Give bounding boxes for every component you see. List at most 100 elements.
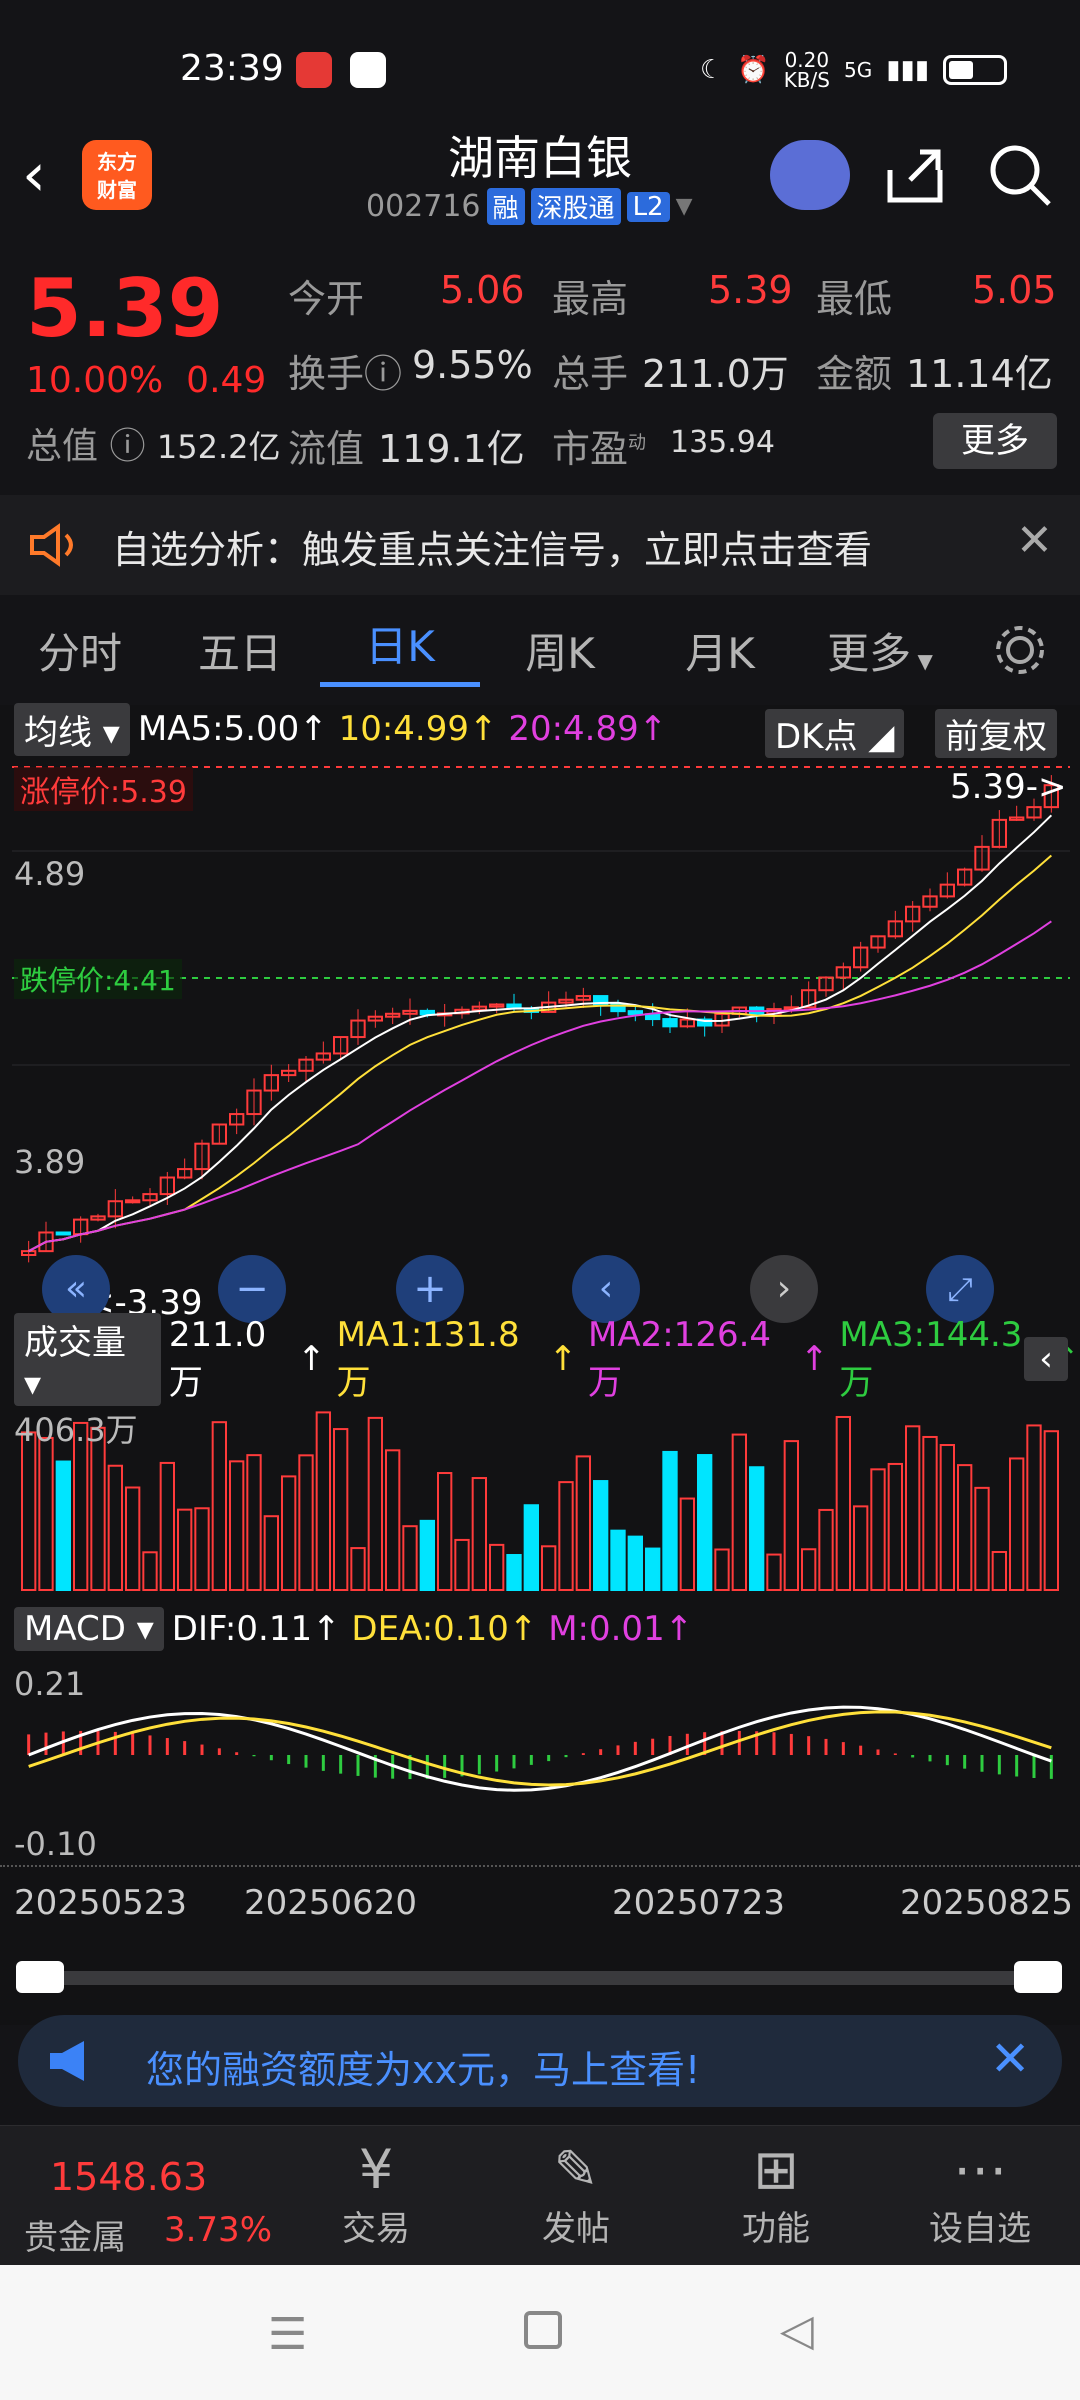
date-label: 20250523 [14, 1883, 187, 1923]
tab-intraday[interactable]: 分时 [0, 620, 160, 681]
tab-5day[interactable]: 五日 [160, 620, 320, 681]
pe-value: 135.94 [670, 425, 775, 460]
low-label: 最低 [816, 268, 892, 323]
volume-bar [438, 1473, 451, 1590]
volume-bar [819, 1510, 832, 1590]
volume-bar [785, 1441, 798, 1590]
close-icon[interactable]: ✕ [1016, 515, 1053, 566]
financing-banner[interactable]: 您的融资额度为xx元，马上查看! ✕ [18, 2015, 1062, 2107]
settings-gear-icon[interactable] [990, 620, 1050, 680]
ma-selector[interactable]: 均线 ▾ [14, 703, 130, 756]
analysis-notice[interactable]: 自选分析：触发重点关注信号，立即点击查看 ✕ [0, 495, 1080, 595]
speaker-icon [26, 521, 82, 569]
volume-bar [490, 1545, 503, 1590]
more-button[interactable]: 更多 [933, 413, 1057, 469]
kline-svg[interactable] [0, 755, 1080, 1290]
volume-bar [646, 1549, 659, 1590]
fullscreen-icon[interactable]: ⤢ [926, 1255, 994, 1323]
collapse-panel-icon[interactable]: ‹ [1024, 1337, 1068, 1381]
back-icon[interactable]: ‹ [22, 140, 46, 210]
up-arrow-icon: ↑ [509, 1609, 538, 1649]
nav-add-watch[interactable]: ⋯ 设自选 [910, 2138, 1050, 2250]
status-icons: ☾ ⏰ 0.20 KB/S 5G ▮▮▮ [700, 50, 1007, 90]
volume-bar [39, 1438, 52, 1590]
dk-point-toggle[interactable]: DK点 ◢ [765, 709, 904, 758]
index-name[interactable]: 贵金属 [0, 2210, 150, 2259]
search-icon[interactable] [985, 140, 1055, 210]
high-value: 5.39 [708, 268, 793, 312]
volume-bar [715, 1549, 728, 1590]
candle [629, 1011, 642, 1014]
amount-value: 11.14亿 [906, 343, 1053, 398]
nav-post[interactable]: ✎ 发帖 [506, 2138, 646, 2250]
volume-bar [993, 1552, 1006, 1590]
connect-tag: 深股通 [531, 188, 621, 225]
more-dots-icon: ⋯ [910, 2138, 1050, 2201]
system-nav-bar: ☰ ◁ [0, 2265, 1080, 2400]
app-notification-icon [350, 52, 386, 88]
candle [57, 1232, 70, 1234]
market-cap-label: 总值 ⓘ 152.2亿 [26, 417, 281, 469]
home-icon[interactable] [524, 2311, 562, 2349]
volume-bar [525, 1505, 538, 1590]
price-axis-489: 4.89 [14, 855, 85, 893]
back-nav-icon[interactable]: ◁ [780, 2305, 814, 2356]
volume-bar [854, 1506, 867, 1590]
ma-row: 均线 ▾ MA5:5.00 ↑ 10:4.99 ↑ 20:4.89 ↑ [0, 705, 1080, 753]
zoom-in-button[interactable]: + [396, 1255, 464, 1323]
close-icon[interactable]: ✕ [990, 2031, 1030, 2087]
tab-more[interactable]: 更多 ▼ [800, 620, 960, 681]
volume-bar [473, 1478, 486, 1590]
tab-monthly-k[interactable]: 月K [640, 620, 800, 681]
range-slider-track[interactable] [40, 1971, 1040, 1985]
ma20-value: 20:4.89 [508, 709, 638, 749]
edit-icon: ✎ [506, 2138, 646, 2201]
turnover-value: 9.55% [412, 343, 533, 387]
app-notification-icon [296, 52, 332, 88]
macd-selector[interactable]: MACD ▾ [14, 1607, 164, 1651]
date-axis-ticks [0, 1865, 1080, 1873]
price-change: 10.00% 0.49 [26, 360, 266, 401]
volume-bar [126, 1487, 139, 1590]
nav-trade-label: 交易 [306, 2201, 446, 2250]
level2-tag: L2 [627, 192, 670, 222]
dropdown-icon[interactable]: ▼ [676, 194, 693, 219]
scroll-left-button[interactable]: ‹ [572, 1255, 640, 1323]
logo-text-bottom: 财富 [82, 176, 152, 204]
date-label: 20250620 [244, 1883, 417, 1923]
index-pct[interactable]: 3.73% [148, 2210, 288, 2250]
clock: 23:39 [180, 48, 284, 89]
volume-value: 211.0万 [642, 343, 789, 398]
moon-icon: ☾ [700, 55, 723, 85]
zoom-out-button[interactable]: − [218, 1255, 286, 1323]
nav-trade[interactable]: ¥ 交易 [306, 2138, 446, 2250]
kline-chart-area[interactable]: 均线 ▾ MA5:5.00 ↑ 10:4.99 ↑ 20:4.89 ↑ DK点 ◢ 前… [0, 705, 1080, 2025]
index-value[interactable]: 1548.63 [50, 2155, 190, 2199]
menu-icon[interactable]: ☰ [268, 2309, 307, 2360]
ma-selector-label: 均线 [24, 713, 92, 753]
range-slider-left-handle[interactable] [16, 1961, 64, 1993]
volume-bar [923, 1437, 936, 1590]
scroll-right-button[interactable]: › [750, 1255, 818, 1323]
volume-row: 成交量 ▾ 211.0万 ↑ MA1:131.8万 ↑ MA2:126.4万 ↑ MA… [0, 1335, 1080, 1383]
candle [126, 1200, 139, 1202]
adjust-mode-button[interactable]: 前复权 [935, 709, 1057, 758]
volume-bar [871, 1469, 884, 1590]
nav-function[interactable]: ⊞ 功能 [706, 2138, 846, 2250]
up-arrow-icon: ↑ [639, 709, 668, 749]
robot-assistant-icon[interactable] [770, 140, 850, 210]
up-arrow-icon: ↑ [665, 1609, 694, 1649]
tab-daily-k[interactable]: 日K [320, 613, 480, 687]
volume-bar [611, 1531, 624, 1590]
up-arrow-icon: ↑ [312, 1609, 341, 1649]
app-logo[interactable]: 东方 财富 [82, 140, 152, 210]
range-slider-right-handle[interactable] [1014, 1961, 1062, 1993]
date-label: 20250825 [900, 1883, 1073, 1923]
up-arrow-icon: ↑ [299, 709, 328, 749]
price-axis-389: 3.89 [14, 1143, 85, 1181]
tab-weekly-k[interactable]: 周K [480, 620, 640, 681]
volume-bar [681, 1499, 694, 1590]
volume-bar [282, 1476, 295, 1590]
stock-name: 湖南白银 [300, 122, 780, 188]
share-icon[interactable] [880, 140, 950, 210]
